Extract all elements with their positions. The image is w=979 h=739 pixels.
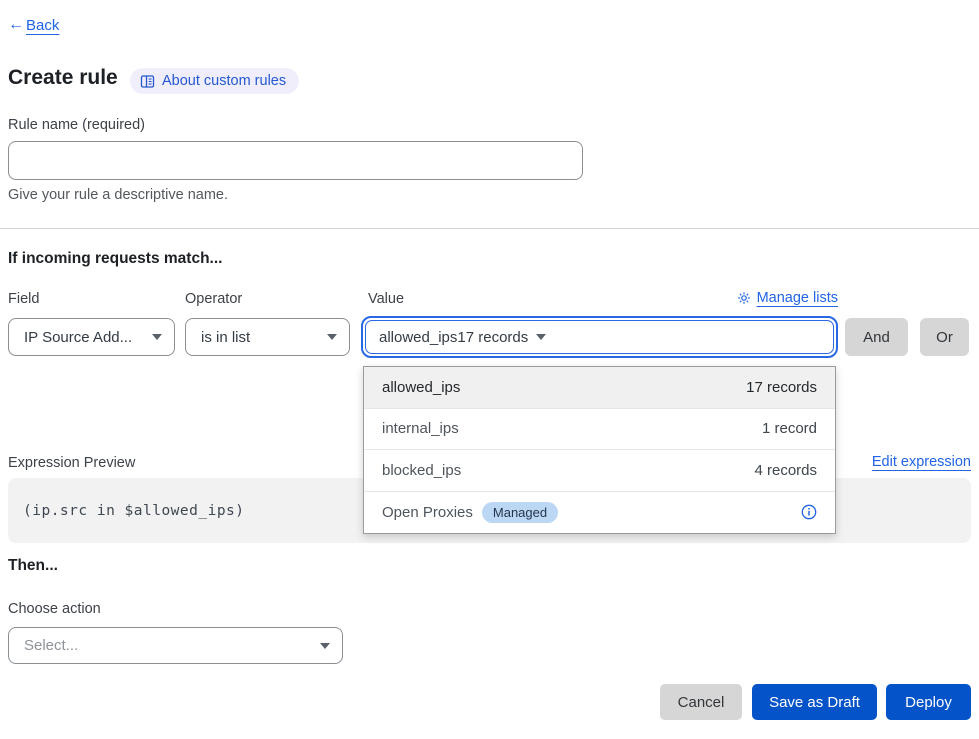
manage-lists-label: Manage lists (757, 290, 838, 306)
value-select-name: allowed_ips (379, 329, 457, 346)
list-name: Open Proxies (382, 504, 473, 521)
managed-badge: Managed (482, 502, 558, 523)
and-button[interactable]: And (845, 318, 908, 356)
choose-action-select[interactable]: Select... (8, 627, 343, 664)
then-section-heading: Then... (8, 557, 58, 575)
chevron-down-icon (152, 334, 162, 340)
expression-code-text: (ip.src in $allowed_ips) (23, 503, 245, 519)
book-icon (140, 74, 155, 89)
choose-action-label: Choose action (8, 601, 101, 617)
deploy-button[interactable]: Deploy (886, 684, 971, 720)
dropdown-item-internal-ips[interactable]: internal_ips 1 record (364, 409, 835, 451)
field-select[interactable]: IP Source Add... (8, 318, 175, 356)
page-title: Create rule (8, 66, 118, 90)
about-custom-rules-link[interactable]: About custom rules (130, 68, 299, 94)
rule-name-input[interactable] (8, 141, 583, 180)
field-label: Field (8, 291, 39, 307)
match-section-heading: If incoming requests match... (8, 250, 222, 268)
value-select-records: 17 records (457, 329, 528, 346)
about-custom-rules-label: About custom rules (162, 73, 286, 89)
list-name: internal_ips (382, 420, 459, 437)
value-dropdown: allowed_ips 17 records internal_ips 1 re… (363, 366, 836, 534)
dropdown-item-allowed-ips[interactable]: allowed_ips 17 records (364, 367, 835, 409)
rule-name-label: Rule name (required) (8, 117, 145, 133)
list-records: 1 record (762, 420, 817, 437)
dropdown-item-blocked-ips[interactable]: blocked_ips 4 records (364, 450, 835, 492)
choose-action-placeholder: Select... (24, 637, 78, 654)
list-records: 17 records (746, 379, 817, 396)
edit-expression-link[interactable]: Edit expression (872, 454, 971, 470)
manage-lists-link[interactable]: Manage lists (737, 290, 838, 306)
rule-name-helper: Give your rule a descriptive name. (8, 187, 228, 203)
left-arrow-icon: ← (8, 16, 24, 34)
info-icon[interactable] (801, 504, 817, 520)
back-label: Back (26, 17, 59, 34)
gear-icon (737, 291, 751, 305)
back-link[interactable]: ←Back (8, 16, 59, 34)
section-divider (0, 228, 979, 229)
operator-select[interactable]: is in list (185, 318, 350, 356)
save-as-draft-button[interactable]: Save as Draft (752, 684, 877, 720)
list-records: 4 records (754, 462, 817, 479)
or-button[interactable]: Or (920, 318, 969, 356)
chevron-down-icon (536, 334, 546, 340)
operator-select-value: is in list (201, 329, 250, 346)
value-label: Value (368, 291, 404, 307)
value-select[interactable]: allowed_ips 17 records (361, 316, 838, 358)
create-rule-page: ←Back Create rule About custom rules Rul… (0, 0, 979, 739)
field-select-value: IP Source Add... (24, 329, 132, 346)
cancel-button[interactable]: Cancel (660, 684, 742, 720)
chevron-down-icon (327, 334, 337, 340)
operator-label: Operator (185, 291, 242, 307)
expression-preview-label: Expression Preview (8, 455, 135, 471)
chevron-down-icon (320, 643, 330, 649)
list-name: blocked_ips (382, 462, 461, 479)
dropdown-item-open-proxies[interactable]: Open Proxies Managed (364, 492, 835, 534)
list-name: allowed_ips (382, 379, 460, 396)
